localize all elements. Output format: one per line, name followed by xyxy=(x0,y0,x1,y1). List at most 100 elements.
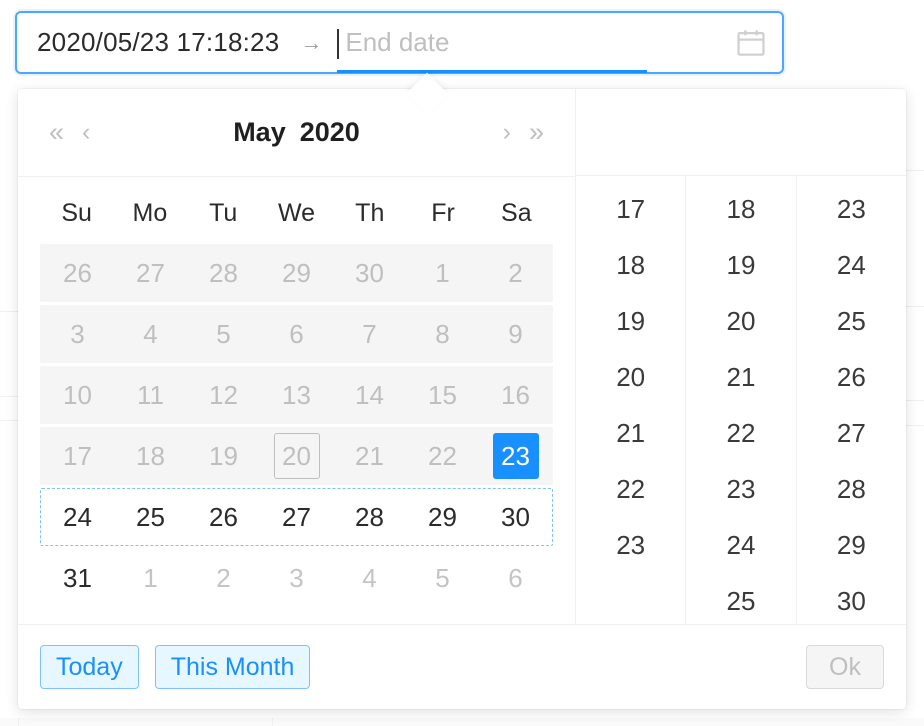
time-option[interactable]: 18 xyxy=(686,182,795,238)
calendar-day-cell: 3 xyxy=(41,306,114,362)
calendar-day-cell[interactable]: 2 xyxy=(187,550,260,606)
calendar-day-label: 15 xyxy=(428,379,457,410)
calendar-header: « ‹ May 2020 › » xyxy=(18,89,575,177)
calendar-day-cell: 14 xyxy=(333,367,406,423)
end-date-field[interactable]: End date xyxy=(337,13,728,73)
calendar-day-label: 28 xyxy=(209,257,238,288)
time-option[interactable]: 21 xyxy=(686,350,795,406)
end-date-placeholder: End date xyxy=(345,27,450,57)
calendar-day-cell[interactable]: 1 xyxy=(114,550,187,606)
time-option[interactable]: 24 xyxy=(797,238,906,294)
time-option[interactable]: 19 xyxy=(686,238,795,294)
calendar-day-label: 5 xyxy=(216,318,231,349)
time-option[interactable]: 23 xyxy=(686,462,795,518)
calendar-day-today: 20 xyxy=(260,428,333,484)
calendar-day-cell[interactable]: 26 xyxy=(187,489,260,545)
time-panel: 17 18 19 20 21 22 23 18 19 20 21 22 23 24 25 23 24 25 26 27… xyxy=(576,89,906,625)
date-range-input[interactable]: 2020/05/23 17:18:23 → End date xyxy=(15,11,784,74)
calendar-month-label[interactable]: May xyxy=(233,117,286,147)
prev-month-icon[interactable]: ‹ xyxy=(73,116,99,149)
date-picker-popup: « ‹ May 2020 › » Su Mo Tu We Th Fr Sa 26 27 28 29 3… xyxy=(18,89,906,709)
ok-button[interactable]: Ok xyxy=(806,644,884,690)
calendar-year-label[interactable]: 2020 xyxy=(300,117,360,147)
calendar-day-cell[interactable]: 28 xyxy=(333,489,406,545)
time-option[interactable]: 22 xyxy=(686,406,795,462)
calendar-day-label: 22 xyxy=(428,440,457,471)
weekday-header-row: Su Mo Tu We Th Fr Sa xyxy=(40,185,553,244)
calendar-week-row: 26 27 28 29 30 1 2 xyxy=(40,244,553,302)
weekday-label: Su xyxy=(61,199,92,227)
calendar-day-label: 26 xyxy=(209,501,238,532)
time-option[interactable]: 19 xyxy=(576,294,685,350)
calendar-day-label: 29 xyxy=(428,501,457,532)
time-option[interactable]: 23 xyxy=(797,182,906,238)
time-option[interactable]: 17 xyxy=(576,182,685,238)
popup-footer: Today This Month Ok xyxy=(18,624,906,709)
super-next-year-icon[interactable]: » xyxy=(520,115,553,150)
calendar-day-cell[interactable]: 25 xyxy=(114,489,187,545)
calendar-day-cell[interactable]: 29 xyxy=(406,489,479,545)
calendar-day-cell: 16 xyxy=(479,367,552,423)
time-option[interactable]: 20 xyxy=(576,350,685,406)
this-month-button[interactable]: This Month xyxy=(154,644,311,690)
calendar-day-label: 2 xyxy=(508,257,523,288)
active-field-underline xyxy=(337,70,648,73)
second-column[interactable]: 23 24 25 26 27 28 29 30 xyxy=(797,176,906,624)
time-option[interactable]: 27 xyxy=(797,406,906,462)
background-table-band xyxy=(0,718,924,726)
calendar-day-cell: 27 xyxy=(114,245,187,301)
calendar-panel: « ‹ May 2020 › » Su Mo Tu We Th Fr Sa 26 27 28 29 3… xyxy=(18,89,576,625)
time-option[interactable]: 23 xyxy=(576,518,685,574)
calendar-day-cell: 1 xyxy=(406,245,479,301)
calendar-day-label: 4 xyxy=(362,562,377,593)
calendar-day-cell[interactable]: 5 xyxy=(406,550,479,606)
calendar-day-label: 18 xyxy=(136,440,165,471)
background-rule xyxy=(906,306,924,307)
calendar-title[interactable]: May 2020 xyxy=(99,117,493,148)
calendar-icon xyxy=(734,26,768,60)
calendar-day-selected[interactable]: 23 xyxy=(479,428,552,484)
time-option[interactable]: 25 xyxy=(797,294,906,350)
calendar-day-cell: 29 xyxy=(260,245,333,301)
time-option[interactable]: 24 xyxy=(686,518,795,574)
calendar-day-cell: 12 xyxy=(187,367,260,423)
time-option[interactable]: 25 xyxy=(686,574,795,624)
time-option[interactable]: 18 xyxy=(576,238,685,294)
time-option[interactable]: 28 xyxy=(797,462,906,518)
weekday-label: Sa xyxy=(501,199,532,227)
time-option[interactable]: 21 xyxy=(576,406,685,462)
today-button[interactable]: Today xyxy=(40,644,139,690)
time-option[interactable]: 26 xyxy=(797,350,906,406)
calendar-day-cell[interactable]: 30 xyxy=(479,489,552,545)
calendar-day-label: 25 xyxy=(136,501,165,532)
calendar-day-cell: 6 xyxy=(260,306,333,362)
time-option[interactable]: 22 xyxy=(576,462,685,518)
time-option[interactable]: 20 xyxy=(686,294,795,350)
calendar-day-cell[interactable]: 4 xyxy=(333,550,406,606)
calendar-day-label: 20 xyxy=(273,433,320,479)
calendar-day-cell[interactable]: 24 xyxy=(41,489,114,545)
calendar-day-cell[interactable]: 27 xyxy=(260,489,333,545)
time-option[interactable]: 30 xyxy=(797,574,906,624)
calendar-week-row: 17 18 19 20 21 22 23 xyxy=(40,427,553,485)
minute-column[interactable]: 18 19 20 21 22 23 24 25 xyxy=(686,175,797,625)
calendar-day-cell: 30 xyxy=(333,245,406,301)
super-prev-year-icon[interactable]: « xyxy=(40,115,73,150)
calendar-day-label: 1 xyxy=(435,257,450,288)
time-option[interactable]: 29 xyxy=(797,518,906,574)
next-month-icon[interactable]: › xyxy=(494,116,520,149)
calendar-day-cell[interactable]: 31 xyxy=(41,550,114,606)
calendar-day-label: 7 xyxy=(362,318,377,349)
calendar-day-cell[interactable]: 3 xyxy=(260,550,333,606)
calendar-day-cell[interactable]: 6 xyxy=(479,550,552,606)
weekday-label: Fr xyxy=(431,199,455,227)
calendar-weeks: 26 27 28 29 30 1 2 3 4 5 6 7 8 9 10 11 12 13 14 15 16 17 18 19 2… xyxy=(40,244,553,607)
calendar-day-cell: 5 xyxy=(187,306,260,362)
start-date-value[interactable]: 2020/05/23 17:18:23 xyxy=(31,27,285,58)
calendar-day-cell: 19 xyxy=(187,428,260,484)
calendar-day-cell: 21 xyxy=(333,428,406,484)
calendar-day-label: 26 xyxy=(63,257,92,288)
weekday-label: Th xyxy=(355,199,385,227)
calendar-day-label: 24 xyxy=(63,501,92,532)
hour-column[interactable]: 17 18 19 20 21 22 23 xyxy=(576,175,687,625)
